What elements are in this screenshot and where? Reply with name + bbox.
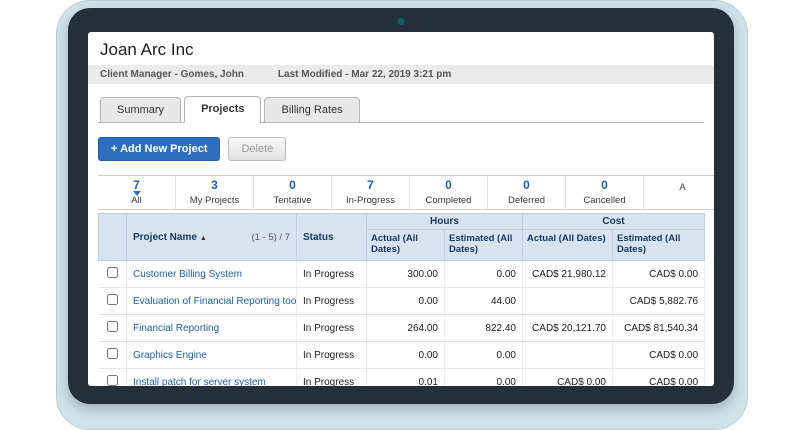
cost-estimated-value: CAD$ 81,540.34 [612,314,706,342]
table-row: Evaluation of Financial Reporting tools … [98,287,706,315]
filter-label: Deferred [508,195,545,206]
row-checkbox[interactable] [106,267,118,278]
filter-tab-tentative[interactable]: 0 Tentative [254,176,332,209]
tab-billing-rates[interactable]: Billing Rates [264,97,360,122]
filter-tab-completed[interactable]: 0 Completed [410,176,488,209]
filter-label: All [131,195,142,206]
project-name-header-label: Project Name ▲ [133,231,207,243]
cost-actual-header[interactable]: Actual (All Dates) [522,229,613,261]
filter-label: Tentative [273,195,312,206]
filter-tab-cancelled[interactable]: 0 Cancelled [566,176,644,209]
filter-label: In-Progress [345,195,396,206]
filter-count: 0 [601,178,608,192]
select-all-header-cell [98,213,127,261]
cost-actual-value [522,341,613,369]
cost-actual-value: CAD$ 21,980.12 [522,260,613,288]
table-body: Customer Billing System In Progress 300.… [98,260,706,387]
project-name-header[interactable]: Project Name ▲ (1 - 5) / 7 [126,213,297,261]
cost-actual-value: CAD$ 0.00 [522,368,613,386]
hours-estimated-value: 822.40 [444,314,523,342]
row-checkbox[interactable] [106,375,118,386]
cost-estimated-header[interactable]: Estimated (All Dates) [611,229,706,261]
delete-button[interactable]: Delete [228,137,287,161]
filter-bar: 7 All 3 My Projects 0 Tentative 7 In-Pro… [98,175,714,210]
hours-estimated-header[interactable]: Estimated (All Dates) [444,229,523,261]
table-header: Project Name ▲ (1 - 5) / 7 Status Hours C… [98,213,706,261]
projects-table-container: Project Name ▲ (1 - 5) / 7 Status Hours C… [98,213,714,386]
page-background: Joan Arc Inc Client Manager - Gomes, Joh… [0,0,800,430]
project-name-link[interactable]: Customer Billing System [133,269,242,280]
pagination-indicator: (1 - 5) / 7 [251,231,290,243]
projects-table: Project Name ▲ (1 - 5) / 7 Status Hours C… [98,213,706,387]
row-checkbox[interactable] [106,294,118,305]
filter-label: Completed [425,195,472,206]
tab-bar: Summary Projects Billing Rates [98,96,704,123]
hours-estimated-value: 44.00 [444,287,523,315]
cost-group-header: Cost [521,213,706,230]
project-name-link[interactable]: Install patch for server system [133,377,266,387]
project-status: In Progress [296,314,367,342]
sort-ascending-icon: ▲ [199,234,207,242]
project-status: In Progress [296,260,367,288]
cost-actual-value: CAD$ 20,121.70 [522,314,613,342]
hours-estimated-value: 0.00 [444,341,523,369]
cost-estimated-value: CAD$ 5,882.76 [612,287,706,315]
active-filter-marker-icon [132,191,141,196]
last-modified-label: Last Modified - Mar 22, 2019 3:21 pm [277,69,452,80]
hours-estimated-value: 0.00 [444,368,523,386]
table-row: Graphics Engine In Progress 0.00 0.00 CA… [98,341,706,369]
project-status: In Progress [296,368,367,386]
filter-tab-my-projects[interactable]: 3 My Projects [176,176,254,209]
hours-actual-value: 264.00 [366,314,445,342]
filter-tab-deferred[interactable]: 0 Deferred [488,176,566,209]
filter-strip-clip: 7 All 3 My Projects 0 Tentative 7 In-Pro… [98,161,714,210]
tab-summary[interactable]: Summary [100,97,182,122]
app-window: Joan Arc Inc Client Manager - Gomes, Joh… [88,32,714,386]
table-row: Customer Billing System In Progress 300.… [98,260,706,288]
project-name-link[interactable]: Financial Reporting [133,323,219,334]
cost-estimated-value: CAD$ 0.00 [612,341,706,369]
project-status: In Progress [296,341,367,369]
filter-count: 7 [367,178,374,192]
content-area: Summary Projects Billing Rates + Add New… [88,84,714,386]
filter-label: A [679,182,686,193]
cost-actual-value [522,287,613,315]
screen: Joan Arc Inc Client Manager - Gomes, Joh… [88,32,714,386]
meta-bar: Client Manager - Gomes, John Last Modifi… [88,65,714,84]
toolbar: + Add New Project Delete [98,137,704,161]
hours-group-header: Hours [366,213,523,230]
project-name-link[interactable]: Evaluation of Financial Reporting tools [133,296,296,307]
table-row: Install patch for server system In Progr… [98,368,706,387]
camera-icon [397,18,405,25]
hours-actual-header[interactable]: Actual (All Dates) [366,229,445,261]
row-checkbox[interactable] [106,348,118,359]
project-name-link[interactable]: Graphics Engine [133,350,207,361]
hours-actual-value: 0.00 [366,341,445,369]
hours-actual-value: 0.00 [366,287,445,315]
filter-count: 0 [289,178,296,192]
tablet-frame: Joan Arc Inc Client Manager - Gomes, Joh… [68,8,734,404]
filter-count: 0 [445,178,452,192]
hours-actual-value: 0.01 [366,368,445,386]
tab-projects[interactable]: Projects [184,96,262,123]
filter-count: 3 [211,178,218,192]
cost-estimated-value: CAD$ 0.00 [612,260,706,288]
table-row: Financial Reporting In Progress 264.00 8… [98,314,706,342]
add-new-project-button[interactable]: + Add New Project [98,137,221,161]
row-checkbox[interactable] [106,321,118,332]
page-title: Joan Arc Inc [100,40,194,59]
filter-count: 0 [523,178,530,192]
project-status: In Progress [296,287,367,315]
cost-estimated-value: CAD$ 0.00 [612,368,706,386]
filter-tab-clipped[interactable]: A [644,176,714,209]
filter-label: Cancelled [583,195,626,206]
status-header[interactable]: Status [296,213,367,261]
filter-label: My Projects [189,195,240,206]
filter-tab-in-progress[interactable]: 7 In-Progress [332,176,410,209]
hours-estimated-value: 0.00 [444,260,523,288]
hours-actual-value: 300.00 [366,260,445,288]
filter-tab-all[interactable]: 7 All [98,176,176,209]
client-manager-label: Client Manager - Gomes, John [100,69,244,80]
